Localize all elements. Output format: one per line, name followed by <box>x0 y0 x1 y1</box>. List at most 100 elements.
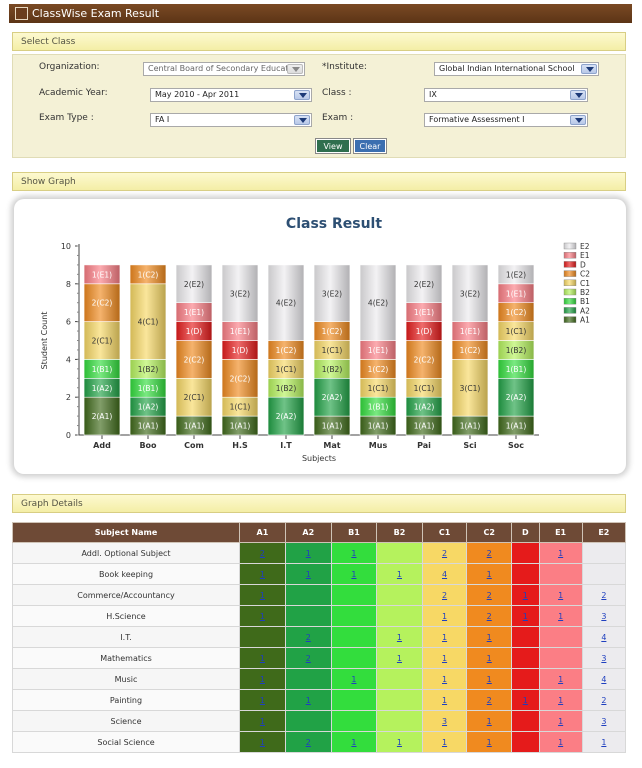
view-button[interactable]: View <box>315 138 351 154</box>
grade-cell-c2: 2 <box>466 542 513 564</box>
clear-button[interactable]: Clear <box>353 138 387 154</box>
grade-count-link[interactable]: 1 <box>558 591 563 600</box>
bar-data-label: 1(E1) <box>368 346 388 355</box>
grade-count-link[interactable]: 1 <box>558 549 563 558</box>
grade-count-link[interactable]: 3 <box>601 717 606 726</box>
class-result-chart: Class Result 0 2 4 6 8 10 Student Count Subjects… <box>40 216 590 463</box>
grade-cell-e1: 1 <box>538 542 583 564</box>
grade-count-link[interactable]: 3 <box>601 612 606 621</box>
grade-count-link[interactable]: 3 <box>601 654 606 663</box>
grade-count-link[interactable]: 1 <box>523 612 528 621</box>
grade-count-link[interactable]: 1 <box>558 717 563 726</box>
grade-count-link[interactable]: 2 <box>442 591 447 600</box>
grade-count-link[interactable]: 1 <box>442 675 447 684</box>
organization-select[interactable]: Central Board of Secondary Educati <box>143 62 305 76</box>
grade-cell-b2: 1 <box>376 731 423 753</box>
institute-select[interactable]: Global Indian International School <box>434 62 599 76</box>
grade-count-link[interactable]: 1 <box>306 696 311 705</box>
grade-count-link[interactable]: 1 <box>487 570 492 579</box>
grade-count-link[interactable]: 1 <box>351 675 356 684</box>
grade-count-link[interactable]: 1 <box>487 675 492 684</box>
grade-count-link[interactable]: 2 <box>487 612 492 621</box>
grade-count-link[interactable]: 1 <box>260 675 265 684</box>
grade-count-link[interactable]: 1 <box>487 654 492 663</box>
grade-count-link[interactable]: 1 <box>601 738 606 747</box>
grade-count-link[interactable]: 2 <box>487 549 492 558</box>
grade-cell-c1: 1 <box>421 605 468 627</box>
grade-cell-c1: 1 <box>421 647 468 669</box>
grade-count-link[interactable]: 1 <box>487 738 492 747</box>
grade-cell-a1: 1 <box>239 731 286 753</box>
table-row: Social Science 1 2 1 1 1 1 1 1 <box>12 731 627 753</box>
grade-count-link[interactable]: 1 <box>442 654 447 663</box>
grade-count-link[interactable]: 2 <box>487 696 492 705</box>
grade-cell-e1: 1 <box>538 689 583 711</box>
grade-count-link[interactable]: 2 <box>306 738 311 747</box>
grade-count-link[interactable]: 2 <box>601 696 606 705</box>
bar-data-label: 2(C2) <box>184 355 205 364</box>
grade-count-link[interactable]: 1 <box>558 696 563 705</box>
grade-count-link[interactable]: 1 <box>487 717 492 726</box>
bar-data-label: 1(D) <box>186 327 202 336</box>
grade-count-link[interactable]: 1 <box>558 612 563 621</box>
x-tick-label: Pai <box>417 441 431 450</box>
grade-count-link[interactable]: 1 <box>442 612 447 621</box>
grade-count-link[interactable]: 1 <box>523 696 528 705</box>
grade-count-link[interactable]: 1 <box>558 675 563 684</box>
grade-count-link[interactable]: 1 <box>523 591 528 600</box>
graph-details-heading: Graph Details <box>21 498 83 509</box>
exam-select[interactable]: Formative Assessment I <box>424 113 588 127</box>
grade-count-link[interactable]: 2 <box>260 549 265 558</box>
subject-name-cell: H.Science <box>12 605 240 627</box>
bar-data-label: 1(C1) <box>414 384 435 393</box>
grade-count-link[interactable]: 1 <box>442 696 447 705</box>
bar-data-label: 1(B2) <box>138 365 159 374</box>
grade-count-link[interactable]: 1 <box>351 549 356 558</box>
grade-count-link[interactable]: 2 <box>442 549 447 558</box>
grade-count-link[interactable]: 1 <box>397 570 402 579</box>
grade-count-link[interactable]: 1 <box>306 549 311 558</box>
grade-count-link[interactable]: 3 <box>442 717 447 726</box>
grade-count-link[interactable]: 1 <box>260 696 265 705</box>
grade-count-link[interactable]: 1 <box>558 738 563 747</box>
grade-count-link[interactable]: 4 <box>442 570 447 579</box>
grade-count-link[interactable]: 1 <box>351 570 356 579</box>
grade-count-link[interactable]: 1 <box>397 633 402 642</box>
grade-count-link[interactable]: 1 <box>351 738 356 747</box>
bar-data-label: 1(A1) <box>138 422 159 431</box>
grade-count-link[interactable]: 1 <box>260 738 265 747</box>
bar-data-label: 1(C1) <box>506 327 527 336</box>
grade-count-link[interactable]: 1 <box>442 633 447 642</box>
legend-label: C2 <box>580 270 590 279</box>
y-tick-label: 2 <box>66 393 71 402</box>
grade-count-link[interactable]: 2 <box>601 591 606 600</box>
grade-count-link[interactable]: 1 <box>260 612 265 621</box>
grade-count-link[interactable]: 1 <box>260 591 265 600</box>
grade-count-link[interactable]: 2 <box>306 633 311 642</box>
grade-cell-a1: 1 <box>239 689 286 711</box>
grade-count-link[interactable]: 4 <box>601 633 606 642</box>
grade-count-link[interactable]: 1 <box>260 570 265 579</box>
grade-count-link[interactable]: 1 <box>397 654 402 663</box>
grade-count-link[interactable]: 1 <box>306 570 311 579</box>
academic-year-select[interactable]: May 2010 - Apr 2011 <box>150 88 312 102</box>
grade-count-link[interactable]: 1 <box>442 738 447 747</box>
grade-cell-c1: 2 <box>421 584 468 606</box>
exam-type-select[interactable]: FA I <box>150 113 312 127</box>
grade-cell-a2: 2 <box>284 731 332 753</box>
grade-count-link[interactable]: 4 <box>601 675 606 684</box>
legend-label: A1 <box>580 316 590 325</box>
grade-count-link[interactable]: 1 <box>260 654 265 663</box>
grade-cell-a2 <box>284 710 332 732</box>
grade-count-link[interactable]: 1 <box>260 717 265 726</box>
grade-cell-b1 <box>330 605 378 627</box>
grade-count-link[interactable]: 1 <box>487 633 492 642</box>
grade-cell-c2: 2 <box>466 689 513 711</box>
grade-cell-e1 <box>538 563 583 585</box>
grade-count-link[interactable]: 1 <box>397 738 402 747</box>
grade-count-link[interactable]: 2 <box>306 654 311 663</box>
bar-data-label: 1(C2) <box>368 365 389 374</box>
class-select[interactable]: IX <box>424 88 588 102</box>
grade-count-link[interactable]: 2 <box>487 591 492 600</box>
grade-cell-e2: 4 <box>581 668 627 690</box>
